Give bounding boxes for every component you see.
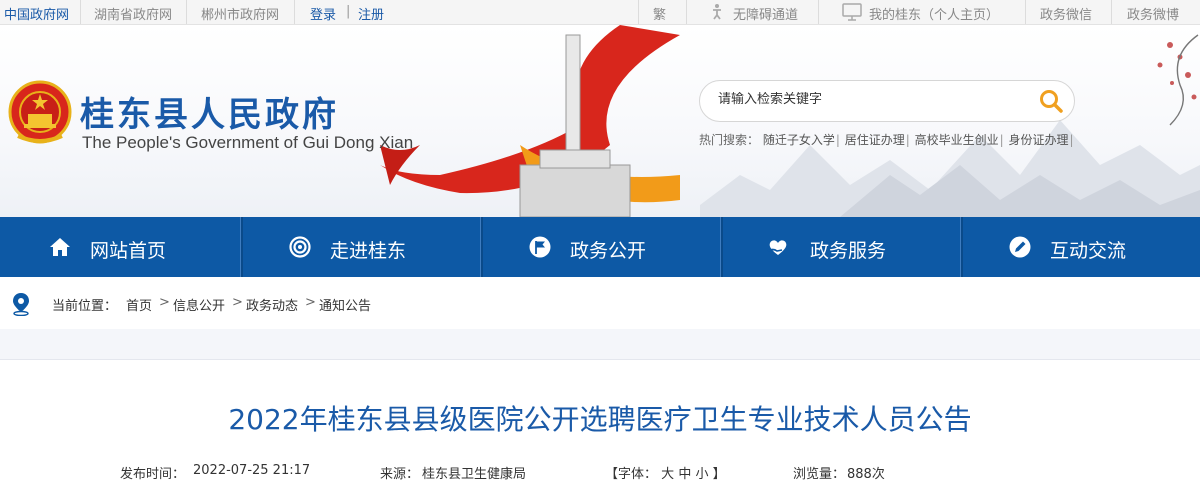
breadcrumb-separator: > — [159, 295, 170, 310]
divider — [294, 0, 295, 24]
nav-label: 政务服务 — [810, 240, 887, 262]
breadcrumb-notices[interactable]: 通知公告 — [319, 295, 371, 314]
divider — [80, 0, 81, 24]
nav-item-services[interactable]: 政务服务 — [722, 217, 960, 277]
nav-item-gov-affairs[interactable]: 政务公开 — [482, 217, 720, 277]
main-nav: 网站首页 走进桂东 政务公开 政务服务 互动交流 — [0, 217, 1200, 277]
search-input[interactable] — [718, 92, 1018, 107]
top-bar: 中国政府网 湖南省政府网 郴州市政府网 登录 | 注册 繁 无障碍通道 我的桂东… — [0, 0, 1200, 25]
breadcrumb-separator: > — [305, 295, 316, 310]
my-page-link[interactable]: 我的桂东（个人主页） — [869, 4, 999, 23]
hot-search-label: 热门搜索： — [699, 133, 760, 147]
login-link[interactable]: 登录 — [310, 4, 336, 23]
accessibility-icon — [708, 3, 726, 25]
search-icon — [1040, 90, 1063, 113]
breadcrumb-label: 当前位置： — [52, 299, 118, 314]
breadcrumb-gov-news[interactable]: 政务动态 — [246, 295, 298, 314]
views-label: 浏览量： — [793, 467, 846, 482]
divider — [638, 0, 639, 24]
flag-icon — [529, 236, 551, 258]
hot-keyword[interactable]: 随迁子女入学 — [763, 131, 835, 148]
monument-ribbon-decoration — [380, 25, 680, 217]
heart-hand-icon — [767, 240, 787, 255]
target-icon — [289, 236, 311, 258]
breadcrumb: 当前位置： 首页 > 信息公开 > 政务动态 > 通知公告 — [0, 277, 1200, 329]
divider — [818, 0, 819, 24]
source-label: 来源： — [380, 467, 420, 482]
monitor-icon — [842, 3, 862, 25]
nav-label: 互动交流 — [1050, 240, 1127, 262]
section-divider — [0, 329, 1200, 360]
divider — [186, 0, 187, 24]
nav-item-home[interactable]: 网站首页 — [0, 217, 238, 277]
national-emblem-logo — [8, 80, 72, 144]
pen-icon — [1009, 236, 1031, 258]
search-box — [699, 80, 1075, 122]
home-icon — [50, 238, 70, 256]
hot-keyword[interactable]: 身份证办理 — [1009, 131, 1069, 148]
divider — [686, 0, 687, 24]
site-subtitle: The People's Government of Gui Dong Xian — [82, 133, 414, 152]
font-size-label: 【字体： — [605, 467, 658, 482]
publish-label: 发布时间： — [120, 467, 186, 482]
font-size-control: 【字体： 大 中 小 】 — [605, 463, 726, 482]
hot-keyword[interactable]: 高校毕业生创业 — [915, 131, 999, 148]
link-chenzhou-gov[interactable]: 郴州市政府网 — [201, 4, 279, 23]
hot-separator: | — [1069, 133, 1074, 147]
nav-label: 网站首页 — [90, 240, 167, 262]
traditional-chinese-link[interactable]: 繁 — [653, 4, 666, 23]
location-pin-icon — [13, 293, 29, 316]
register-link[interactable]: 注册 — [358, 4, 384, 23]
hot-separator: | — [905, 133, 910, 147]
source-value: 桂东县卫生健康局 — [422, 467, 527, 482]
divider — [1025, 0, 1026, 24]
nav-label: 政务公开 — [570, 240, 647, 262]
nav-item-interaction[interactable]: 互动交流 — [962, 217, 1200, 277]
divider — [1111, 0, 1112, 24]
link-hunan-gov[interactable]: 湖南省政府网 — [94, 4, 172, 23]
wechat-link[interactable]: 政务微信 — [1040, 4, 1092, 23]
font-size-medium[interactable]: 中 — [678, 467, 691, 482]
login-divider: | — [346, 4, 351, 19]
hot-separator: | — [835, 133, 840, 147]
breadcrumb-info-public[interactable]: 信息公开 — [173, 295, 225, 314]
breadcrumb-home[interactable]: 首页 — [126, 295, 152, 314]
article-title: 2022年桂东县县级医院公开选聘医疗卫生专业技术人员公告 — [228, 403, 972, 436]
link-central-gov[interactable]: 中国政府网 — [4, 4, 69, 23]
hot-separator: | — [999, 133, 1004, 147]
header-banner: 桂东县人民政府 The People's Government of Gui D… — [0, 25, 1200, 217]
publish-time: 2022-07-25 21:17 — [193, 463, 311, 478]
search-button[interactable] — [1038, 88, 1064, 114]
views-count: 888次 — [847, 467, 885, 482]
font-size-bracket: 】 — [712, 467, 726, 482]
nav-item-about[interactable]: 走进桂东 — [242, 217, 480, 277]
hot-keyword[interactable]: 居住证办理 — [845, 131, 905, 148]
weibo-link[interactable]: 政务微博 — [1127, 4, 1179, 23]
site-title: 桂东县人民政府 — [80, 95, 339, 135]
accessibility-link[interactable]: 无障碍通道 — [733, 4, 798, 23]
breadcrumb-separator: > — [232, 295, 243, 310]
font-size-large[interactable]: 大 — [661, 467, 674, 482]
font-size-small[interactable]: 小 — [695, 467, 708, 482]
hot-search: 热门搜索： 随迁子女入学| 居住证办理| 高校毕业生创业| 身份证办理| — [699, 131, 1075, 148]
nav-label: 走进桂东 — [330, 240, 407, 262]
